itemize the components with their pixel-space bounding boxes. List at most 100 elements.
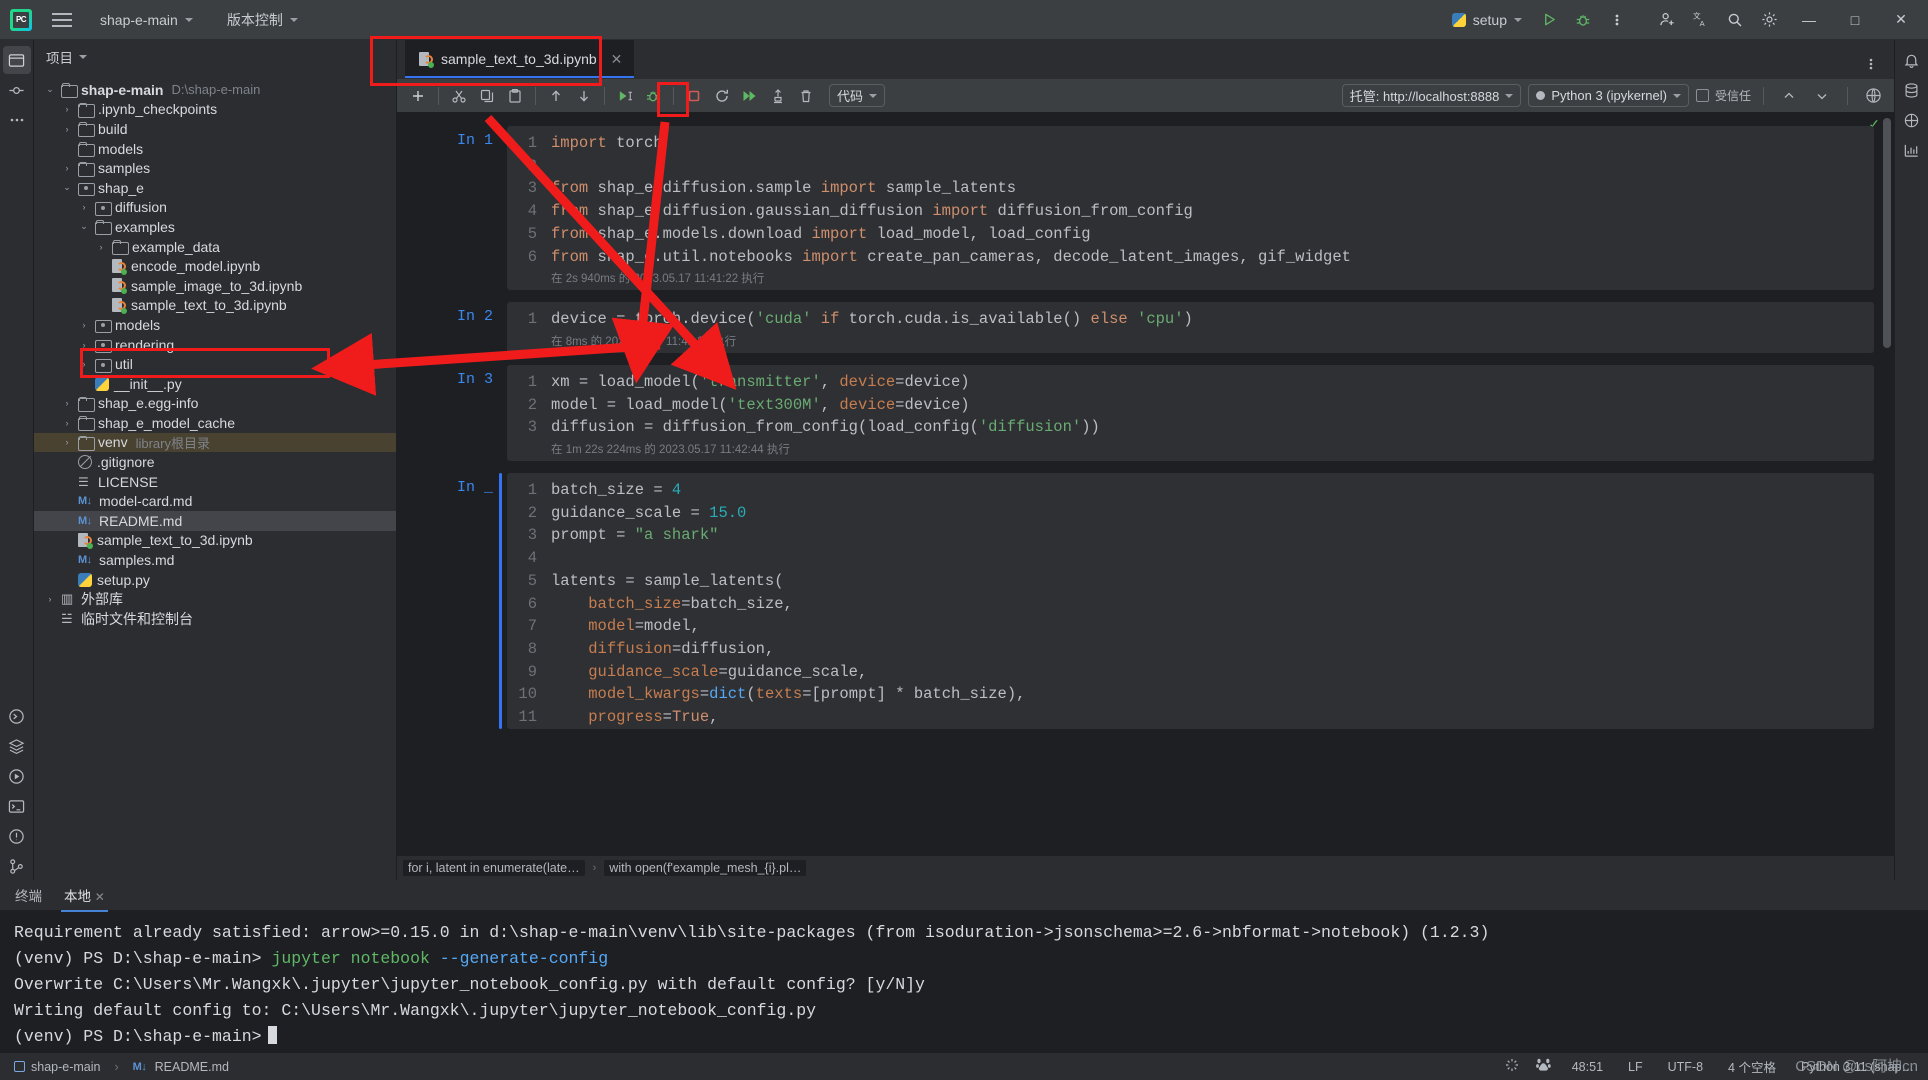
chevron-right-icon[interactable]: › bbox=[61, 437, 73, 447]
terminal-tab-close-icon[interactable]: ✕ bbox=[95, 890, 105, 904]
tree-item-util[interactable]: › util bbox=[34, 354, 396, 374]
file-encoding[interactable]: UTF-8 bbox=[1664, 1058, 1707, 1076]
status-file-item[interactable]: M↓ README.md bbox=[129, 1058, 233, 1076]
notebook-cell[interactable]: In 2 1 device = torch.device('cuda' if tor… bbox=[457, 302, 1874, 353]
notebook-scrollbar[interactable] bbox=[1882, 118, 1892, 850]
add-cell-button[interactable] bbox=[405, 84, 431, 108]
tree-item-samples-md[interactable]: M↓ samples.md bbox=[34, 550, 396, 570]
tree-item-model-card-md[interactable]: M↓ model-card.md bbox=[34, 491, 396, 511]
tree-item-rendering[interactable]: › rendering bbox=[34, 335, 396, 355]
next-cell-button[interactable] bbox=[1809, 84, 1835, 108]
tree-item-examples[interactable]: ⌄ examples bbox=[34, 217, 396, 237]
commit-tool-icon[interactable] bbox=[3, 76, 31, 104]
chevron-down-icon[interactable]: ⌄ bbox=[78, 221, 90, 232]
tree-item--init-py[interactable]: __init__.py bbox=[34, 374, 396, 394]
tree-item-license[interactable]: ☰ LICENSE bbox=[34, 472, 396, 492]
project-name-dropdown[interactable]: shap-e-main bbox=[94, 9, 199, 31]
previous-cell-button[interactable] bbox=[1776, 84, 1802, 108]
chevron-right-icon[interactable]: › bbox=[61, 124, 73, 134]
terminal-tab-0[interactable]: 终端 bbox=[12, 880, 45, 911]
tree-item--[interactable]: ☱ 临时文件和控制台 bbox=[34, 609, 396, 629]
cell-source-editor[interactable]: 1 import torch 2 3 from shap_e.diffusion.sam… bbox=[507, 126, 1874, 291]
tree-item-shap-e-main[interactable]: ⌄ shap-e-main D:\shap-e-main bbox=[34, 80, 396, 100]
tree-item-encode-model-ipynb[interactable]: encode_model.ipynb bbox=[34, 256, 396, 276]
editor-tab-sample-text-to-3d[interactable]: sample_text_to_3d.ipynb ✕ bbox=[405, 40, 635, 78]
notebook-cell[interactable]: In 3 1 xm = load_model('transmitter', devi… bbox=[457, 364, 1874, 462]
chevron-right-icon[interactable]: › bbox=[61, 163, 73, 173]
tree-item-build[interactable]: › build bbox=[34, 119, 396, 139]
maximize-button[interactable]: □ bbox=[1834, 0, 1876, 40]
copy-button[interactable] bbox=[474, 84, 500, 108]
tree-item-setup-py[interactable]: setup.py bbox=[34, 570, 396, 590]
paste-button[interactable] bbox=[502, 84, 528, 108]
chevron-down-icon[interactable]: ⌄ bbox=[44, 84, 56, 95]
settings-gear-icon[interactable] bbox=[1754, 6, 1784, 34]
python-packages-icon[interactable] bbox=[3, 732, 31, 760]
project-file-tree[interactable]: ⌄ shap-e-main D:\shap-e-main › .ipynb_checkp… bbox=[34, 74, 396, 880]
cut-button[interactable] bbox=[446, 84, 472, 108]
python-console-icon[interactable] bbox=[3, 702, 31, 730]
tree-item-example-data[interactable]: › example_data bbox=[34, 237, 396, 257]
cell-type-dropdown[interactable]: 代码 bbox=[829, 84, 886, 107]
tree-item-sample-text-to-3d-ipynb[interactable]: sample_text_to_3d.ipynb bbox=[34, 531, 396, 551]
notifications-icon[interactable] bbox=[1898, 46, 1926, 74]
editor-tab-close-icon[interactable]: ✕ bbox=[611, 51, 623, 68]
run-cell-button[interactable] bbox=[612, 84, 638, 108]
breadcrumb-item[interactable]: for i, latent in enumerate(late… bbox=[403, 860, 585, 876]
tree-item-venv[interactable]: › venv library根目录 bbox=[34, 432, 396, 453]
search-icon[interactable] bbox=[1720, 6, 1750, 34]
minimize-button[interactable]: — bbox=[1788, 0, 1830, 40]
jupyter-server-dropdown[interactable]: 托管: http://localhost:8888 bbox=[1341, 84, 1522, 107]
cell-source-editor[interactable]: 1 device = torch.device('cuda' if torch.c… bbox=[507, 302, 1874, 353]
debug-button[interactable] bbox=[1568, 6, 1598, 34]
chevron-right-icon[interactable]: › bbox=[78, 359, 90, 369]
tree-item-models[interactable]: models bbox=[34, 139, 396, 159]
chevron-right-icon[interactable]: › bbox=[78, 340, 90, 350]
tree-item-diffusion[interactable]: › diffusion bbox=[34, 198, 396, 218]
chevron-right-icon[interactable]: › bbox=[61, 104, 73, 114]
run-all-cells-button[interactable] bbox=[737, 84, 763, 108]
tree-item--gitignore[interactable]: .gitignore bbox=[34, 452, 396, 472]
tree-item--[interactable]: › ▥ 外部库 bbox=[34, 589, 396, 609]
chevron-right-icon[interactable]: › bbox=[95, 242, 107, 252]
restart-kernel-button[interactable] bbox=[709, 84, 735, 108]
notebook-editor[interactable]: ✓ In 1 1 import torch 2 3 from shap_e.diffusi… bbox=[397, 112, 1894, 856]
version-control-dropdown[interactable]: 版本控制 bbox=[221, 7, 304, 33]
tree-item--ipynb-checkpoints[interactable]: › .ipynb_checkpoints bbox=[34, 100, 396, 120]
tree-item-shap-e-model-cache[interactable]: › shap_e_model_cache bbox=[34, 413, 396, 433]
baidu-icon[interactable] bbox=[1535, 1058, 1551, 1075]
breadcrumb-item[interactable]: with open(f'example_mesh_{i}.pl… bbox=[604, 860, 807, 876]
version-control-tool-icon[interactable] bbox=[3, 852, 31, 880]
run-button[interactable] bbox=[1534, 6, 1564, 34]
chevron-right-icon[interactable]: › bbox=[61, 418, 73, 428]
cell-source-editor[interactable]: 1 batch_size = 4 2 guidance_scale = 15.0 3 pr… bbox=[507, 473, 1874, 729]
caret-position[interactable]: 48:51 bbox=[1568, 1058, 1607, 1076]
chevron-right-icon[interactable]: › bbox=[78, 320, 90, 330]
tree-item-readme-md[interactable]: M↓ README.md bbox=[34, 511, 396, 531]
tree-item-samples[interactable]: › samples bbox=[34, 158, 396, 178]
run-configuration-selector[interactable]: setup bbox=[1444, 9, 1530, 31]
line-separator[interactable]: LF bbox=[1624, 1058, 1647, 1076]
tree-item-models[interactable]: › models bbox=[34, 315, 396, 335]
clear-outputs-button[interactable] bbox=[765, 84, 791, 108]
trusted-checkbox[interactable]: 受信任 bbox=[1695, 87, 1751, 104]
chevron-right-icon[interactable]: › bbox=[44, 594, 56, 604]
project-tool-icon[interactable] bbox=[2, 46, 31, 74]
plugins-icon[interactable] bbox=[1898, 106, 1926, 134]
terminal-output[interactable]: Requirement already satisfied: arrow>=0.… bbox=[0, 910, 1928, 1060]
run-tool-icon[interactable] bbox=[3, 762, 31, 790]
background-tasks-icon[interactable] bbox=[1505, 1058, 1519, 1075]
chevron-right-icon[interactable]: › bbox=[61, 398, 73, 408]
tree-item-shap-e[interactable]: ⌄ shap_e bbox=[34, 178, 396, 198]
database-icon[interactable] bbox=[1898, 76, 1926, 104]
more-tool-windows-icon[interactable] bbox=[3, 106, 31, 134]
project-panel-header[interactable]: 项目 bbox=[34, 40, 396, 74]
cell-source-editor[interactable]: 1 xm = load_model('transmitter', device =d… bbox=[507, 364, 1874, 462]
open-in-browser-icon[interactable] bbox=[1860, 84, 1886, 108]
editor-options-icon[interactable] bbox=[1856, 50, 1886, 78]
sciview-icon[interactable] bbox=[1898, 136, 1926, 164]
terminal-tab-1[interactable]: 本地 ✕ bbox=[61, 880, 108, 912]
status-project-item[interactable]: shap-e-main bbox=[10, 1058, 104, 1076]
tree-item-sample-image-to-3d-ipynb[interactable]: sample_image_to_3d.ipynb bbox=[34, 276, 396, 296]
kernel-dropdown[interactable]: Python 3 (ipykernel) bbox=[1528, 84, 1689, 107]
